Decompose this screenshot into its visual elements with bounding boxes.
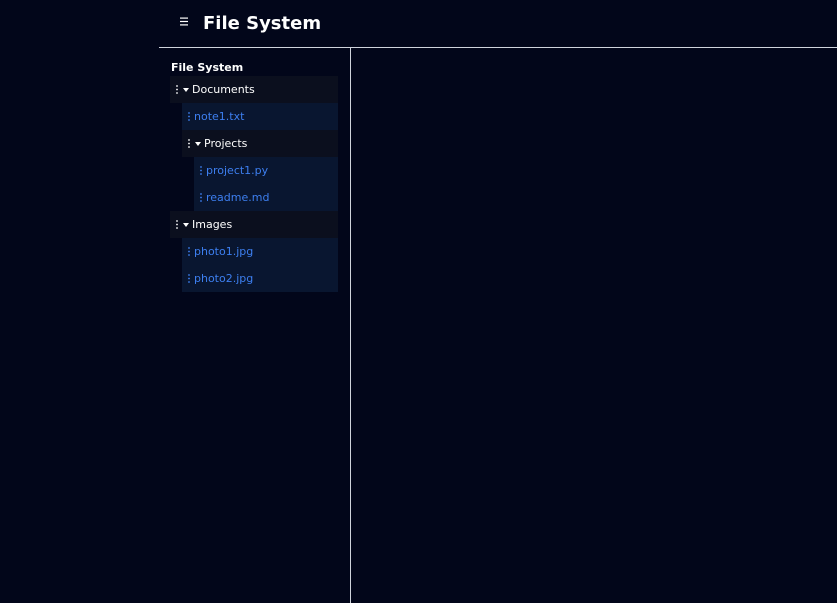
tree-item-label: project1.py [206, 164, 269, 177]
caret-down-icon[interactable] [182, 87, 190, 92]
sidebar: File System Documents note1.txt Projects… [159, 48, 351, 603]
drag-handle-icon[interactable] [198, 193, 204, 202]
page-title: File System [203, 13, 322, 34]
app-header: File System [159, 0, 837, 48]
main-content-area [351, 48, 837, 603]
tree-item-label: Projects [204, 137, 248, 150]
tree-folder-documents[interactable]: Documents [170, 76, 338, 103]
tree-item-label: Documents [192, 83, 255, 96]
tree-item-label: Images [192, 218, 233, 231]
menu-button[interactable] [175, 13, 193, 31]
tree-folder-images[interactable]: Images [170, 211, 338, 238]
tree-heading: File System [171, 61, 244, 74]
tree-folder-projects[interactable]: Projects [182, 130, 338, 157]
drag-handle-icon[interactable] [186, 139, 192, 148]
drag-handle-icon[interactable] [186, 274, 192, 283]
app-window: File System File System Documents note1.… [0, 0, 837, 603]
tree-file-photo2[interactable]: photo2.jpg [182, 265, 338, 292]
drag-handle-icon[interactable] [186, 112, 192, 121]
tree-file-note1[interactable]: note1.txt [182, 103, 338, 130]
caret-down-icon[interactable] [194, 141, 202, 146]
tree-item-label: photo1.jpg [194, 245, 254, 258]
hamburger-menu-icon [180, 17, 188, 26]
tree-file-project1[interactable]: project1.py [194, 157, 338, 184]
tree-file-readme[interactable]: readme.md [194, 184, 338, 211]
caret-down-icon[interactable] [182, 222, 190, 227]
tree-item-label: photo2.jpg [194, 272, 254, 285]
drag-handle-icon[interactable] [174, 220, 180, 229]
drag-handle-icon[interactable] [198, 166, 204, 175]
file-tree: Documents note1.txt Projects project1.py… [170, 76, 338, 292]
tree-item-label: readme.md [206, 191, 270, 204]
drag-handle-icon[interactable] [174, 85, 180, 94]
drag-handle-icon[interactable] [186, 247, 192, 256]
tree-item-label: note1.txt [194, 110, 245, 123]
tree-file-photo1[interactable]: photo1.jpg [182, 238, 338, 265]
